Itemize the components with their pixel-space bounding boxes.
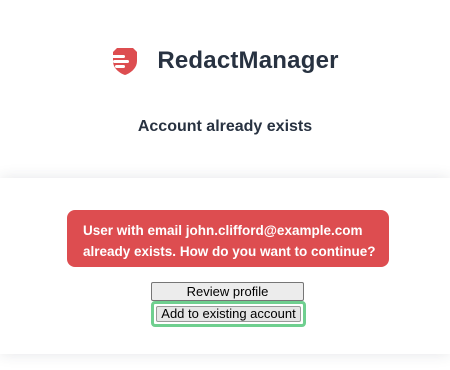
brand-header: RedactManager — [0, 46, 450, 76]
review-profile-button[interactable]: Review profile — [151, 282, 304, 301]
account-exists-card: User with email john.clifford@example.co… — [0, 178, 450, 354]
error-alert: User with email john.clifford@example.co… — [67, 210, 389, 267]
app-name: RedactManager — [157, 47, 339, 74]
add-to-existing-account-button[interactable]: Add to existing account — [156, 306, 301, 322]
page-title: Account already exists — [137, 118, 313, 135]
alert-message-line-1: User with email john.clifford@example.co… — [83, 223, 363, 238]
login-page: RedactManager Account already exists Use… — [0, 0, 450, 370]
focus-ring: Add to existing account — [151, 301, 306, 327]
alert-message-line-2: already exists. How do you want to conti… — [83, 244, 376, 259]
redactmanager-logo-icon — [111, 46, 139, 76]
